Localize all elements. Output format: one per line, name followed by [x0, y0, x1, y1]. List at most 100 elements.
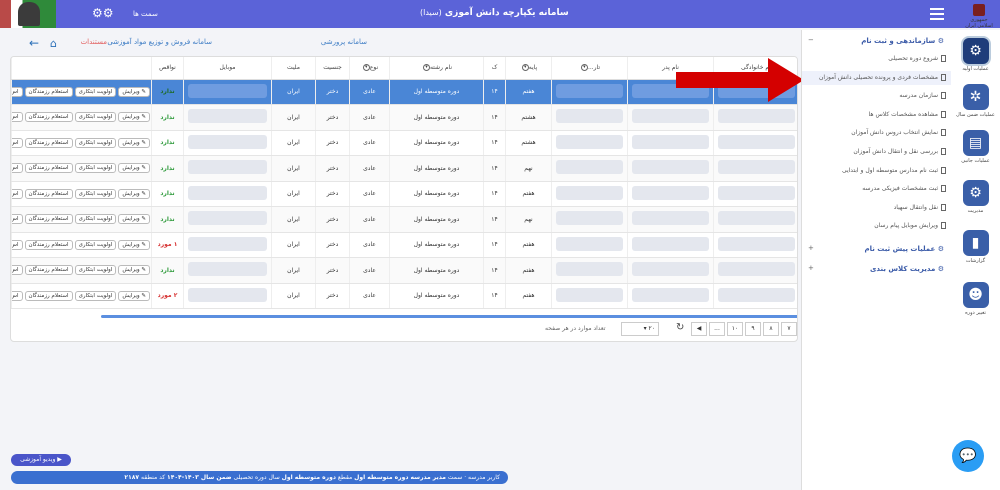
menu-item[interactable]: ثبت نام مدارس متوسطه اول و ابتدایی: [802, 164, 952, 178]
menu-item[interactable]: سازمان مدرسه: [802, 89, 952, 103]
roles-label[interactable]: سمت ها: [133, 10, 158, 18]
next-page-icon[interactable]: ◀: [691, 322, 707, 336]
more-button[interactable]: اس: [12, 188, 23, 199]
roles-icon[interactable]: ⚙⚙: [92, 6, 114, 20]
col-type[interactable]: نوع▾: [349, 57, 390, 80]
more-button[interactable]: اس: [12, 239, 23, 250]
table-row[interactable]: هشتم ۱۴ دوره متوسطه اول عادی دختر ایران ندارد ✎…: [11, 104, 797, 131]
horizontal-scrollbar[interactable]: [101, 315, 797, 318]
table-row[interactable]: هشتم ۱۴ دوره متوسطه اول عادی دختر ایران ندارد ✎…: [11, 130, 797, 156]
priority-button[interactable]: اولویت ابتکاری: [74, 265, 117, 276]
menu-item[interactable]: مشخصات فردی و پرونده تحصیلی دانش آموزان: [802, 70, 952, 85]
menu-item[interactable]: شروع دوره تحصیلی: [802, 52, 952, 66]
page-size-select[interactable]: ۲۰ ▾: [621, 322, 659, 336]
cell-deficiencies[interactable]: ندارد: [151, 181, 184, 207]
edit-button[interactable]: ✎ ویرایش: [118, 112, 150, 123]
priority-button[interactable]: اولویت ابتکاری: [74, 290, 117, 301]
menu-item[interactable]: مشاهده مشخصات کلاس ها: [802, 108, 952, 122]
home-icon[interactable]: ⌂: [50, 37, 57, 50]
link-documents[interactable]: مستندات: [81, 38, 107, 46]
cell-deficiencies[interactable]: ندارد: [151, 104, 184, 131]
priority-button[interactable]: اولویت ابتکاری: [74, 86, 117, 97]
priority-button[interactable]: اولویت ابتکاری: [74, 137, 117, 148]
veterans-inquiry-button[interactable]: استعلام رزمندگان: [24, 265, 73, 276]
rail-item-reports[interactable]: ▮ گزارشات: [951, 230, 1000, 264]
more-button[interactable]: اس: [12, 86, 23, 97]
menu-group-preregistration[interactable]: ⚙ عملیات پیش ثبت نام +: [802, 242, 952, 256]
table-row[interactable]: نهم ۱۴ دوره متوسطه اول عادی دختر ایران ندارد ✎ …: [11, 206, 797, 233]
col-k[interactable]: ک: [483, 57, 506, 80]
table-row[interactable]: هفتم ۱۴ دوره متوسطه اول عادی دختر ایران ۱ مورد…: [11, 232, 797, 258]
cell-deficiencies[interactable]: ۱ مورد: [151, 232, 184, 258]
filter-icon[interactable]: ▾: [422, 64, 430, 72]
tutorial-video-button[interactable]: ▶ ویدیو آموزشی: [11, 454, 71, 466]
col-field[interactable]: نام رشته▾: [389, 57, 484, 80]
refresh-icon[interactable]: ↻: [676, 322, 684, 333]
rail-item-change-period[interactable]: ☻ تغییر دوره: [951, 282, 1000, 316]
chat-support-icon[interactable]: 💬: [952, 440, 984, 472]
table-row[interactable]: هفتم ۱۴ دوره متوسطه اول عادی دختر ایران ۲ مورد…: [11, 283, 797, 309]
menu-item[interactable]: ثبت مشخصات فیزیکی مدرسه: [802, 182, 952, 196]
cell-deficiencies[interactable]: ندارد: [151, 257, 184, 284]
col-gender[interactable]: جنسیت: [315, 57, 350, 80]
cell-deficiencies[interactable]: ندارد: [151, 130, 184, 156]
edit-button[interactable]: ✎ ویرایش: [118, 86, 150, 97]
filter-icon[interactable]: ▾: [521, 64, 529, 72]
more-button[interactable]: اس: [12, 265, 23, 276]
cell-deficiencies[interactable]: ندارد: [151, 206, 184, 233]
rail-item-side-ops[interactable]: ▤ عملیات جانبی: [951, 130, 1000, 164]
cell-deficiencies[interactable]: ۲ مورد: [151, 283, 184, 309]
link-parvaresh[interactable]: سامانه پرورشی: [321, 38, 367, 46]
col-deficiencies[interactable]: نواقص: [151, 57, 184, 80]
hamburger-menu-icon[interactable]: [930, 8, 944, 20]
table-row[interactable]: نهم ۱۴ دوره متوسطه اول عادی دختر ایران ندارد ✎ …: [11, 155, 797, 182]
col-mobile[interactable]: موبایل: [183, 57, 272, 80]
edit-button[interactable]: ✎ ویرایش: [118, 290, 150, 301]
priority-button[interactable]: اولویت ابتکاری: [74, 188, 117, 199]
veterans-inquiry-button[interactable]: استعلام رزمندگان: [24, 290, 73, 301]
back-arrow-icon[interactable]: ←: [29, 36, 39, 50]
priority-button[interactable]: اولویت ابتکاری: [74, 239, 117, 250]
table-row[interactable]: هفتم ۱۴ دوره متوسطه اول عادی دختر ایران ندارد ✎…: [11, 181, 797, 207]
menu-group-organization[interactable]: ⚙ سازماندهی و ثبت نام −: [802, 34, 952, 48]
edit-button[interactable]: ✎ ویرایش: [118, 239, 150, 250]
rail-item-initial-ops[interactable]: ⚙ عملیات اولیه: [951, 38, 1000, 72]
rail-item-management[interactable]: ⚙ مدیریت: [951, 180, 1000, 214]
col-nationality[interactable]: ملیت: [271, 57, 316, 80]
veterans-inquiry-button[interactable]: استعلام رزمندگان: [24, 112, 73, 123]
veterans-inquiry-button[interactable]: استعلام رزمندگان: [24, 214, 73, 225]
link-sales-system[interactable]: سامانه فروش و توزیع مواد آموزشی: [107, 38, 212, 46]
table-row[interactable]: هفتم ۱۴ دوره متوسطه اول عادی دختر ایران ندارد ✎…: [11, 257, 797, 284]
veterans-inquiry-button[interactable]: استعلام رزمندگان: [24, 137, 73, 148]
page-button[interactable]: ۸: [763, 322, 779, 336]
cell-deficiencies[interactable]: ندارد: [151, 155, 184, 182]
page-button[interactable]: ۷: [781, 322, 797, 336]
priority-button[interactable]: اولویت ابتکاری: [74, 163, 117, 174]
col-grade[interactable]: پایه▾: [505, 57, 552, 80]
edit-button[interactable]: ✎ ویرایش: [118, 214, 150, 225]
priority-button[interactable]: اولویت ابتکاری: [74, 214, 117, 225]
more-button[interactable]: اس: [12, 112, 23, 123]
veterans-inquiry-button[interactable]: استعلام رزمندگان: [24, 188, 73, 199]
priority-button[interactable]: اولویت ابتکاری: [74, 112, 117, 123]
edit-button[interactable]: ✎ ویرایش: [118, 265, 150, 276]
rail-item-in-year-ops[interactable]: ✲ عملیات ضمن سال: [951, 84, 1000, 118]
edit-button[interactable]: ✎ ویرایش: [118, 188, 150, 199]
more-button[interactable]: اس: [12, 163, 23, 174]
menu-item[interactable]: نقل وانتقال سهیاد: [802, 201, 952, 215]
edit-button[interactable]: ✎ ویرایش: [118, 163, 150, 174]
cell-deficiencies[interactable]: ندارد: [151, 79, 184, 105]
page-button[interactable]: ۱۰: [727, 322, 743, 336]
menu-item[interactable]: ویرایش موبایل پیام رسان: [802, 219, 952, 233]
col-date[interactable]: تار...▾: [551, 57, 628, 80]
page-button[interactable]: ۹: [745, 322, 761, 336]
veterans-inquiry-button[interactable]: استعلام رزمندگان: [24, 239, 73, 250]
more-button[interactable]: اس: [12, 290, 23, 301]
veterans-inquiry-button[interactable]: استعلام رزمندگان: [24, 163, 73, 174]
filter-icon[interactable]: ▾: [362, 64, 370, 72]
edit-button[interactable]: ✎ ویرایش: [118, 137, 150, 148]
menu-item[interactable]: نمایش انتخاب دروس دانش آموزان: [802, 126, 952, 140]
menu-item[interactable]: بررسی نقل و انتقال دانش آموزان: [802, 145, 952, 159]
filter-icon[interactable]: ▾: [580, 64, 588, 72]
menu-group-class-management[interactable]: ⚙ مدیریت کلاس بندی +: [802, 262, 952, 276]
